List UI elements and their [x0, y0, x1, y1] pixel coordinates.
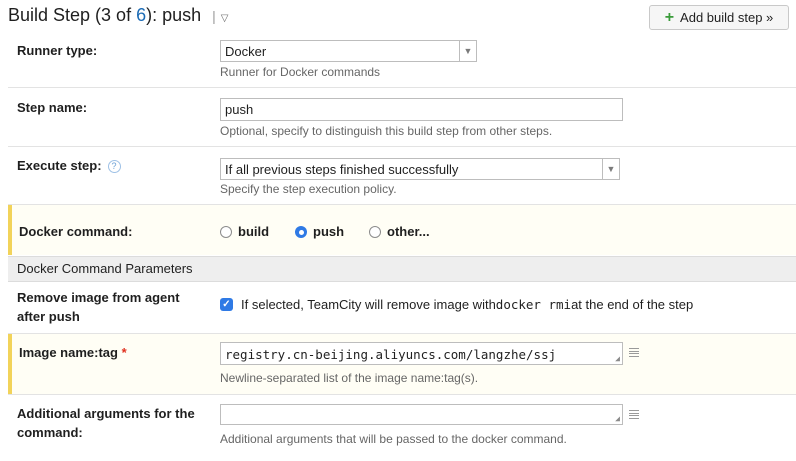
- highlight-bar: [8, 205, 12, 255]
- radio-button[interactable]: [369, 225, 381, 238]
- chevron-down-icon: ▼: [602, 159, 619, 179]
- title-suffix: ): push: [146, 5, 202, 25]
- list-icon[interactable]: [629, 410, 639, 419]
- page-title: Build Step (3 of 6): push | ▽: [8, 5, 229, 26]
- radio-other[interactable]: other...: [369, 223, 430, 239]
- remove-image-code: docker rmi: [495, 297, 572, 312]
- radio-other-label: other...: [387, 224, 430, 240]
- additional-args-label: Additional arguments for the command:: [17, 404, 195, 442]
- help-icon[interactable]: ?: [107, 160, 121, 174]
- remove-image-label-line2: after push: [17, 309, 80, 324]
- additional-args-note: Additional arguments that will be passed…: [220, 432, 567, 446]
- resize-handle-icon[interactable]: ◢: [615, 355, 620, 363]
- remove-image-text-after: at the end of the step: [571, 297, 694, 312]
- execute-step-label: Execute step:?: [17, 156, 121, 175]
- remove-image-checkbox[interactable]: ✓: [220, 298, 233, 311]
- remove-image-label: Remove image from agent after push: [17, 288, 180, 326]
- radio-push[interactable]: push: [295, 223, 344, 239]
- divider: [8, 87, 796, 88]
- docker-command-label: Docker command:: [19, 224, 133, 239]
- title-separator: |: [212, 8, 216, 24]
- additional-args-label-line2: command:: [17, 425, 83, 440]
- step-name-input[interactable]: push: [220, 98, 623, 121]
- required-mark: *: [121, 345, 127, 360]
- plus-icon: +: [664, 8, 675, 26]
- step-name-label: Step name:: [17, 100, 88, 115]
- list-icon[interactable]: [629, 348, 639, 357]
- radio-build-label: build: [238, 224, 270, 240]
- radio-push-label: push: [313, 224, 345, 240]
- execute-step-label-text: Execute step:: [17, 158, 102, 173]
- radio-button[interactable]: [220, 225, 232, 238]
- title-prefix: Build Step (3 of: [8, 5, 137, 25]
- resize-handle-icon[interactable]: ◢: [615, 415, 620, 423]
- execute-step-value: If all previous steps finished successfu…: [225, 162, 459, 177]
- image-name-label-text: Image name:tag: [19, 345, 118, 360]
- image-name-textarea[interactable]: registry.cn-beijing.aliyuncs.com/langzhe…: [220, 342, 623, 365]
- chevron-down-icon: ▼: [459, 41, 476, 61]
- execute-step-select[interactable]: If all previous steps finished successfu…: [220, 158, 620, 180]
- highlight-bar: [8, 334, 12, 394]
- section-title: Docker Command Parameters: [17, 261, 193, 276]
- image-name-note: Newline-separated list of the image name…: [220, 371, 479, 385]
- add-build-step-label: Add build step »: [680, 10, 774, 25]
- remove-image-text-before: If selected, TeamCity will remove image …: [241, 297, 496, 312]
- remove-image-option: ✓ If selected, TeamCity will remove imag…: [220, 297, 693, 312]
- image-name-value: registry.cn-beijing.aliyuncs.com/langzhe…: [225, 347, 557, 362]
- divider: [8, 394, 796, 395]
- runner-type-select[interactable]: Docker ▼: [220, 40, 477, 62]
- step-name-note: Optional, specify to distinguish this bu…: [220, 124, 553, 138]
- runner-type-value: Docker: [225, 44, 267, 59]
- divider: [8, 146, 796, 147]
- step-count-link[interactable]: 6: [136, 5, 146, 25]
- additional-args-textarea[interactable]: ◢: [220, 404, 623, 425]
- radio-build[interactable]: build: [220, 223, 269, 239]
- step-menu-caret-icon[interactable]: ▽: [221, 13, 229, 24]
- execute-step-note: Specify the step execution policy.: [220, 182, 397, 196]
- runner-type-note: Runner for Docker commands: [220, 65, 381, 79]
- additional-args-label-line1: Additional arguments for the: [17, 406, 195, 421]
- remove-image-label-line1: Remove image from agent: [17, 290, 180, 305]
- section-header: Docker Command Parameters: [8, 256, 796, 282]
- add-build-step-button[interactable]: + Add build step »: [649, 5, 789, 30]
- runner-type-label: Runner type:: [17, 43, 98, 58]
- image-name-label: Image name:tag *: [19, 343, 127, 362]
- radio-button-selected[interactable]: [295, 225, 307, 238]
